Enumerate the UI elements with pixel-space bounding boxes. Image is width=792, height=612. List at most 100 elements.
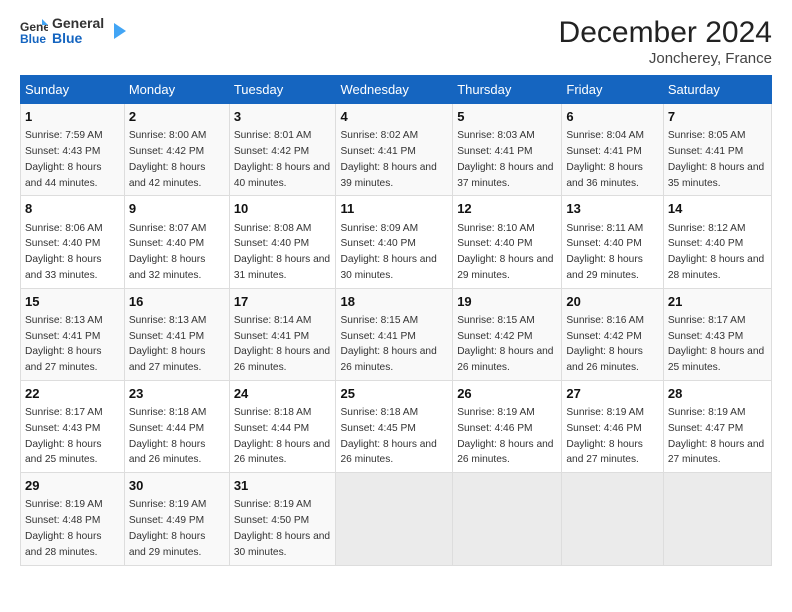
cell-info: Sunrise: 8:10 AMSunset: 4:40 PMDaylight:…	[457, 223, 553, 281]
cell-info: Sunrise: 8:18 AMSunset: 4:45 PMDaylight:…	[340, 407, 436, 465]
cell-info: Sunrise: 8:02 AMSunset: 4:41 PMDaylight:…	[340, 130, 436, 188]
calendar-cell: 2 Sunrise: 8:00 AMSunset: 4:42 PMDaylight…	[124, 104, 229, 196]
cell-info: Sunrise: 8:13 AMSunset: 4:41 PMDaylight:…	[25, 315, 103, 373]
day-number: 31	[234, 477, 332, 495]
cell-info: Sunrise: 8:15 AMSunset: 4:42 PMDaylight:…	[457, 315, 553, 373]
day-number: 1	[25, 108, 120, 126]
cell-info: Sunrise: 8:19 AMSunset: 4:48 PMDaylight:…	[25, 499, 103, 557]
day-number: 27	[566, 385, 659, 403]
day-number: 29	[25, 477, 120, 495]
day-number: 26	[457, 385, 557, 403]
day-number: 14	[668, 200, 767, 218]
calendar-cell: 14 Sunrise: 8:12 AMSunset: 4:40 PMDayligh…	[663, 196, 771, 288]
cell-info: Sunrise: 8:08 AMSunset: 4:40 PMDaylight:…	[234, 223, 330, 281]
calendar-cell: 11Sunrise: 8:09 AMSunset: 4:40 PMDayligh…	[336, 196, 453, 288]
calendar-cell: 29 Sunrise: 8:19 AMSunset: 4:48 PMDayligh…	[21, 473, 125, 565]
cell-info: Sunrise: 8:19 AMSunset: 4:47 PMDaylight:…	[668, 407, 764, 465]
calendar-cell: 6Sunrise: 8:04 AMSunset: 4:41 PMDaylight…	[562, 104, 664, 196]
calendar-cell: 17Sunrise: 8:14 AMSunset: 4:41 PMDayligh…	[229, 288, 336, 380]
day-number: 5	[457, 108, 557, 126]
cell-info: Sunrise: 8:17 AMSunset: 4:43 PMDaylight:…	[25, 407, 103, 465]
calendar-cell: 4Sunrise: 8:02 AMSunset: 4:41 PMDaylight…	[336, 104, 453, 196]
cell-info: Sunrise: 8:14 AMSunset: 4:41 PMDaylight:…	[234, 315, 330, 373]
calendar-cell: 20 Sunrise: 8:16 AMSunset: 4:42 PMDayligh…	[562, 288, 664, 380]
weekday-header-row: SundayMondayTuesdayWednesdayThursdayFrid…	[21, 76, 772, 104]
page-container: General Blue General Blue December 2024 …	[0, 0, 792, 576]
weekday-header-wednesday: Wednesday	[336, 76, 453, 104]
day-number: 10	[234, 200, 332, 218]
calendar-cell: 9Sunrise: 8:07 AMSunset: 4:40 PMDaylight…	[124, 196, 229, 288]
title-area: December 2024 Joncherey, France	[559, 16, 772, 67]
logo: General Blue General Blue	[20, 16, 128, 47]
calendar-week-2: 8Sunrise: 8:06 AMSunset: 4:40 PMDaylight…	[21, 196, 772, 288]
calendar-cell: 28 Sunrise: 8:19 AMSunset: 4:47 PMDayligh…	[663, 380, 771, 472]
cell-info: Sunrise: 8:18 AMSunset: 4:44 PMDaylight:…	[234, 407, 330, 465]
calendar-cell: 26Sunrise: 8:19 AMSunset: 4:46 PMDayligh…	[453, 380, 562, 472]
calendar-cell: 22 Sunrise: 8:17 AMSunset: 4:43 PMDayligh…	[21, 380, 125, 472]
calendar-cell: 21Sunrise: 8:17 AMSunset: 4:43 PMDayligh…	[663, 288, 771, 380]
cell-info: Sunrise: 8:04 AMSunset: 4:41 PMDaylight:…	[566, 130, 644, 188]
day-number: 22	[25, 385, 120, 403]
cell-info: Sunrise: 8:07 AMSunset: 4:40 PMDaylight:…	[129, 223, 207, 281]
calendar-cell: 30 Sunrise: 8:19 AMSunset: 4:49 PMDayligh…	[124, 473, 229, 565]
cell-info: Sunrise: 8:01 AMSunset: 4:42 PMDaylight:…	[234, 130, 330, 188]
weekday-header-friday: Friday	[562, 76, 664, 104]
calendar-cell: 19 Sunrise: 8:15 AMSunset: 4:42 PMDayligh…	[453, 288, 562, 380]
cell-info: Sunrise: 8:16 AMSunset: 4:42 PMDaylight:…	[566, 315, 644, 373]
calendar-week-4: 22 Sunrise: 8:17 AMSunset: 4:43 PMDayligh…	[21, 380, 772, 472]
day-number: 20	[566, 293, 659, 311]
calendar-cell: 5 Sunrise: 8:03 AMSunset: 4:41 PMDaylight…	[453, 104, 562, 196]
calendar-week-5: 29 Sunrise: 8:19 AMSunset: 4:48 PMDayligh…	[21, 473, 772, 565]
day-number: 24	[234, 385, 332, 403]
day-number: 28	[668, 385, 767, 403]
cell-info: Sunrise: 8:00 AMSunset: 4:42 PMDaylight:…	[129, 130, 207, 188]
cell-info: Sunrise: 8:06 AMSunset: 4:40 PMDaylight:…	[25, 223, 103, 281]
month-title: December 2024	[559, 16, 772, 50]
calendar-cell: 24 Sunrise: 8:18 AMSunset: 4:44 PMDayligh…	[229, 380, 336, 472]
cell-info: Sunrise: 8:05 AMSunset: 4:41 PMDaylight:…	[668, 130, 764, 188]
weekday-header-monday: Monday	[124, 76, 229, 104]
calendar-week-1: 1Sunrise: 7:59 AMSunset: 4:43 PMDaylight…	[21, 104, 772, 196]
svg-text:Blue: Blue	[20, 32, 46, 45]
weekday-header-saturday: Saturday	[663, 76, 771, 104]
calendar-cell: 7 Sunrise: 8:05 AMSunset: 4:41 PMDaylight…	[663, 104, 771, 196]
day-number: 7	[668, 108, 767, 126]
logo-icon: General Blue	[20, 17, 48, 45]
calendar-cell: 25 Sunrise: 8:18 AMSunset: 4:45 PMDayligh…	[336, 380, 453, 472]
cell-info: Sunrise: 8:19 AMSunset: 4:50 PMDaylight:…	[234, 499, 330, 557]
day-number: 12	[457, 200, 557, 218]
cell-info: Sunrise: 8:03 AMSunset: 4:41 PMDaylight:…	[457, 130, 553, 188]
day-number: 25	[340, 385, 448, 403]
calendar-cell: 15Sunrise: 8:13 AMSunset: 4:41 PMDayligh…	[21, 288, 125, 380]
calendar-cell: 10 Sunrise: 8:08 AMSunset: 4:40 PMDayligh…	[229, 196, 336, 288]
weekday-header-thursday: Thursday	[453, 76, 562, 104]
day-number: 3	[234, 108, 332, 126]
calendar-cell	[562, 473, 664, 565]
calendar-cell: 12 Sunrise: 8:10 AMSunset: 4:40 PMDayligh…	[453, 196, 562, 288]
calendar-cell: 27 Sunrise: 8:19 AMSunset: 4:46 PMDayligh…	[562, 380, 664, 472]
day-number: 11	[340, 200, 448, 218]
day-number: 13	[566, 200, 659, 218]
calendar-cell	[663, 473, 771, 565]
day-number: 2	[129, 108, 225, 126]
cell-info: Sunrise: 8:15 AMSunset: 4:41 PMDaylight:…	[340, 315, 436, 373]
cell-info: Sunrise: 8:19 AMSunset: 4:46 PMDaylight:…	[566, 407, 644, 465]
logo-blue-text: Blue	[52, 31, 104, 46]
calendar-cell: 16Sunrise: 8:13 AMSunset: 4:41 PMDayligh…	[124, 288, 229, 380]
calendar-cell: 18 Sunrise: 8:15 AMSunset: 4:41 PMDayligh…	[336, 288, 453, 380]
cell-info: Sunrise: 8:12 AMSunset: 4:40 PMDaylight:…	[668, 223, 764, 281]
day-number: 21	[668, 293, 767, 311]
day-number: 19	[457, 293, 557, 311]
day-number: 16	[129, 293, 225, 311]
calendar-cell: 1Sunrise: 7:59 AMSunset: 4:43 PMDaylight…	[21, 104, 125, 196]
calendar-week-3: 15Sunrise: 8:13 AMSunset: 4:41 PMDayligh…	[21, 288, 772, 380]
day-number: 30	[129, 477, 225, 495]
day-number: 18	[340, 293, 448, 311]
calendar-cell: 3 Sunrise: 8:01 AMSunset: 4:42 PMDaylight…	[229, 104, 336, 196]
calendar-cell	[453, 473, 562, 565]
header: General Blue General Blue December 2024 …	[20, 16, 772, 67]
cell-info: Sunrise: 8:19 AMSunset: 4:49 PMDaylight:…	[129, 499, 207, 557]
weekday-header-sunday: Sunday	[21, 76, 125, 104]
cell-info: Sunrise: 8:11 AMSunset: 4:40 PMDaylight:…	[566, 223, 643, 281]
weekday-header-tuesday: Tuesday	[229, 76, 336, 104]
